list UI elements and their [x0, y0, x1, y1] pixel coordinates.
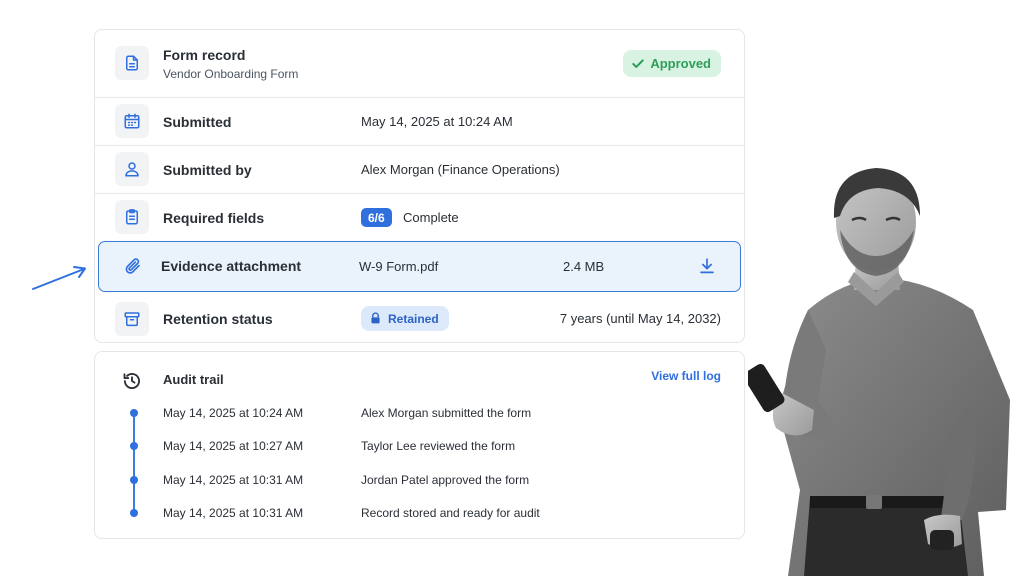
evidence-attachment-row[interactable]: Evidence attachment W-9 Form.pdf 2.4 MB: [98, 241, 741, 292]
retention-period: 7 years (until May 14, 2032): [559, 311, 721, 326]
audit-entry-time: May 14, 2025 at 10:27 AM: [163, 439, 304, 453]
download-icon: [700, 258, 714, 274]
pointer-arrow-icon: [32, 266, 86, 290]
attachment-file-name[interactable]: W-9 Form.pdf: [359, 259, 438, 274]
document-icon: [115, 46, 149, 80]
clipboard-icon: [115, 200, 149, 234]
retention-status-row: Retention status Retained 7 years (until…: [95, 294, 744, 344]
required-fields-row: Required fields 6/6 Complete: [95, 193, 744, 241]
audit-entry-time: May 14, 2025 at 10:31 AM: [163, 506, 304, 520]
form-subtitle: Vendor Onboarding Form: [163, 67, 299, 81]
retained-badge-label: Retained: [388, 311, 439, 326]
timeline-dot: [130, 442, 138, 450]
required-status: Complete: [403, 210, 459, 225]
lock-icon: [371, 312, 380, 324]
submitted-row: Submitted May 14, 2025 at 10:24 AM: [95, 97, 744, 145]
user-icon: [115, 152, 149, 186]
timeline-dot: [130, 476, 138, 484]
timeline-dot: [130, 409, 138, 417]
required-count-badge: 6/6: [361, 208, 392, 227]
audit-trail-card: Audit trail View full log May 14, 2025 a…: [94, 351, 745, 539]
form-record-header: Form record Vendor Onboarding Form Appro…: [95, 30, 744, 97]
paperclip-icon: [116, 249, 150, 283]
submitted-value: May 14, 2025 at 10:24 AM: [361, 114, 513, 129]
check-icon: [632, 58, 645, 68]
calendar-icon: [115, 104, 149, 138]
archive-icon: [115, 302, 149, 336]
timeline-line: [133, 414, 135, 514]
submitted-by-label: Submitted by: [163, 161, 252, 178]
attachment-label: Evidence attachment: [161, 258, 302, 274]
attachment-size: 2.4 MB: [563, 259, 605, 274]
download-button[interactable]: [698, 257, 716, 275]
audit-entry-time: May 14, 2025 at 10:31 AM: [163, 473, 304, 487]
audit-entry-time: May 14, 2025 at 10:24 AM: [163, 406, 304, 420]
required-fields-label: Required fields: [163, 209, 265, 226]
audit-entry-event: Alex Morgan submitted the form: [361, 406, 532, 420]
retention-status-label: Retention status: [163, 311, 273, 327]
timeline-dot: [130, 509, 138, 517]
submitted-by-value: Alex Morgan (Finance Operations): [361, 162, 560, 177]
audit-entry-event: Jordan Patel approved the form: [361, 473, 530, 487]
form-title: Form record: [163, 47, 246, 63]
status-badge-label: Approved: [650, 56, 711, 71]
status-badge: Approved: [623, 50, 721, 77]
view-full-log-link[interactable]: View full log: [651, 369, 721, 383]
form-record-card: Form record Vendor Onboarding Form Appro…: [94, 29, 745, 343]
audit-trail-title: Audit trail: [163, 372, 224, 387]
retained-badge: Retained: [361, 306, 449, 331]
person-with-phone-illustration: [748, 168, 1010, 576]
history-icon: [115, 364, 149, 398]
submitted-label: Submitted: [163, 113, 232, 130]
submitted-by-row: Submitted by Alex Morgan (Finance Operat…: [95, 145, 744, 193]
audit-entry-event: Record stored and ready for audit: [361, 506, 540, 520]
audit-entry-event: Taylor Lee reviewed the form: [361, 439, 516, 453]
